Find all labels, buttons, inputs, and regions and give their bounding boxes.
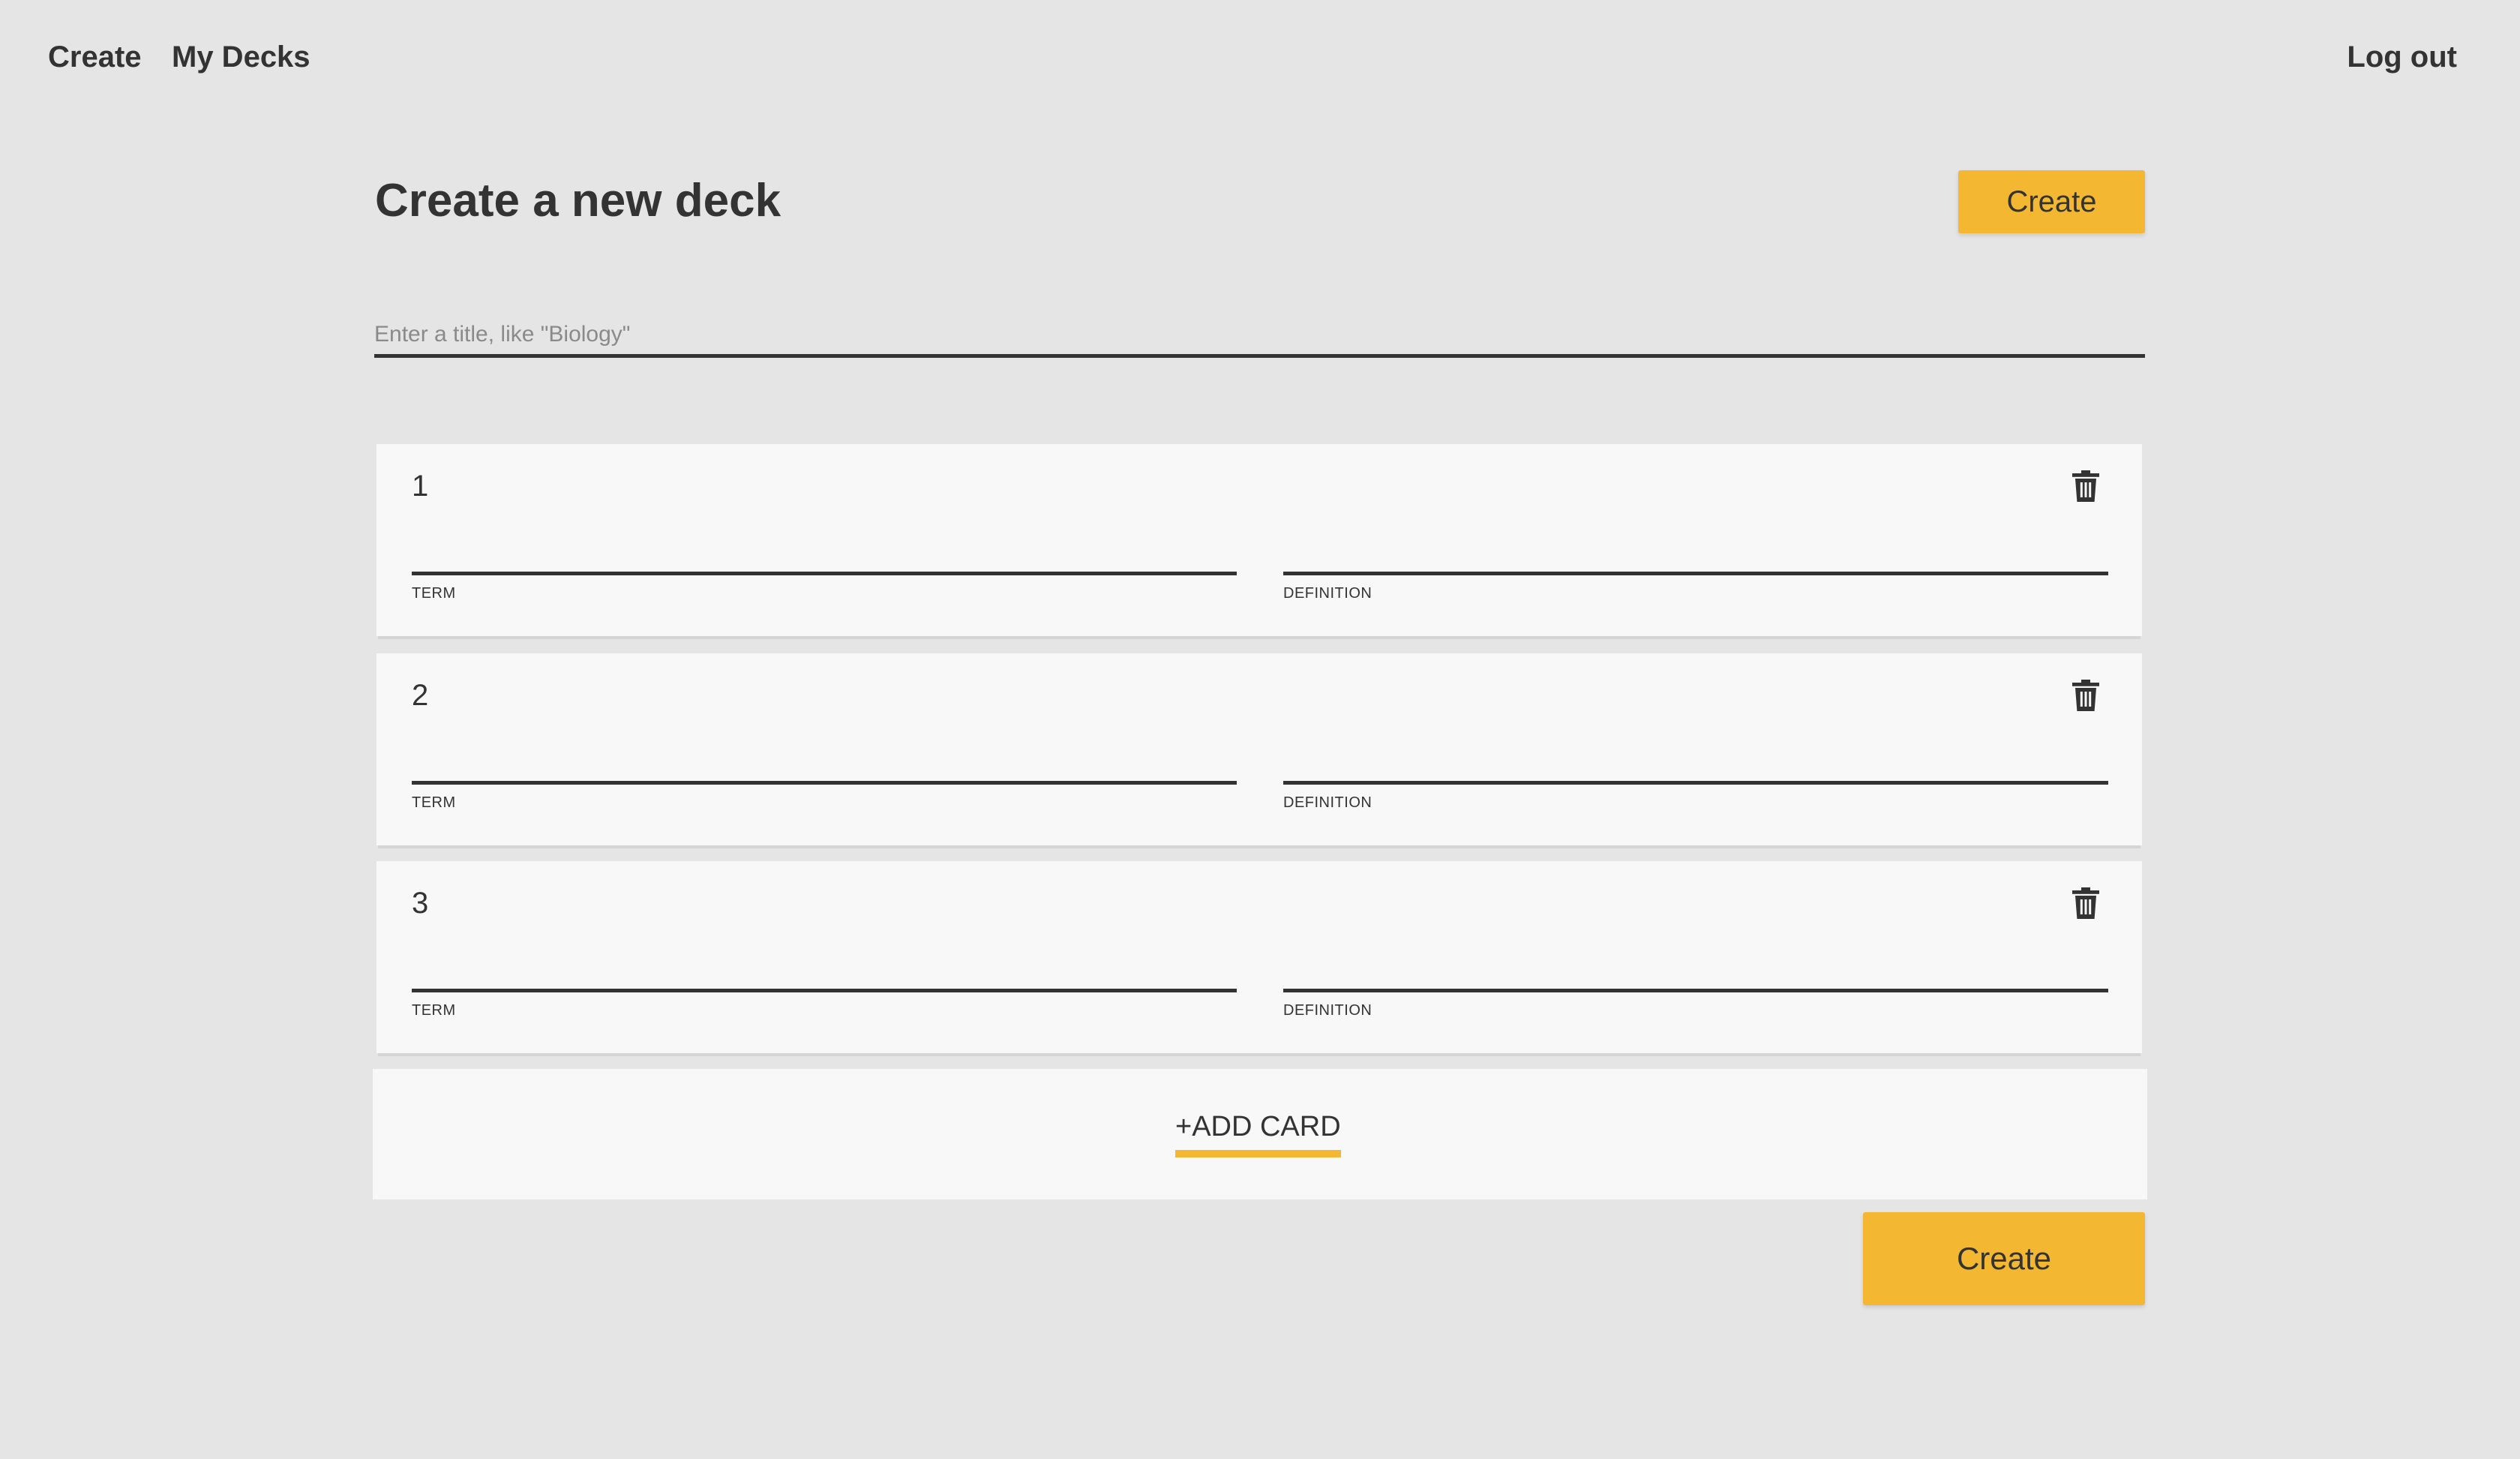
term-input[interactable] [412,742,1237,785]
add-card-panel: +ADD CARD [373,1069,2147,1199]
add-card-button[interactable]: +ADD CARD [1175,1109,1341,1157]
definition-label: DEFINITION [1283,794,1372,811]
create-button-bottom[interactable]: Create [1863,1212,2145,1305]
card-number: 3 [412,887,429,920]
term-label: TERM [412,794,456,811]
nav-my-decks-link[interactable]: My Decks [172,38,310,77]
trash-icon[interactable] [2071,680,2101,713]
deck-title-input[interactable] [374,315,2145,358]
definition-field: DEFINITION [1283,533,2108,602]
term-field: TERM [412,950,1237,1019]
nav-create-link[interactable]: Create [48,38,142,77]
definition-field: DEFINITION [1283,742,2108,812]
definition-field: DEFINITION [1283,950,2108,1019]
term-input[interactable] [412,533,1237,575]
trash-icon[interactable] [2071,887,2101,920]
trash-icon[interactable] [2071,470,2101,503]
create-button-top[interactable]: Create [1958,170,2145,233]
term-field: TERM [412,742,1237,812]
term-label: TERM [412,585,456,602]
card-number: 2 [412,679,429,712]
nav-logout-link[interactable]: Log out [2347,38,2457,77]
definition-input[interactable] [1283,533,2108,575]
definition-label: DEFINITION [1283,585,1372,602]
page-title: Create a new deck [375,175,782,227]
card-item: 3 TERM DEFINITION [376,861,2142,1053]
card-item: 2 TERM DEFINITION [376,653,2142,845]
card-item: 1 TERM DEFINITION [376,444,2142,636]
term-field: TERM [412,533,1237,602]
card-number: 1 [412,470,429,503]
definition-input[interactable] [1283,742,2108,785]
term-label: TERM [412,1002,456,1019]
definition-label: DEFINITION [1283,1002,1372,1019]
term-input[interactable] [412,950,1237,992]
definition-input[interactable] [1283,950,2108,992]
